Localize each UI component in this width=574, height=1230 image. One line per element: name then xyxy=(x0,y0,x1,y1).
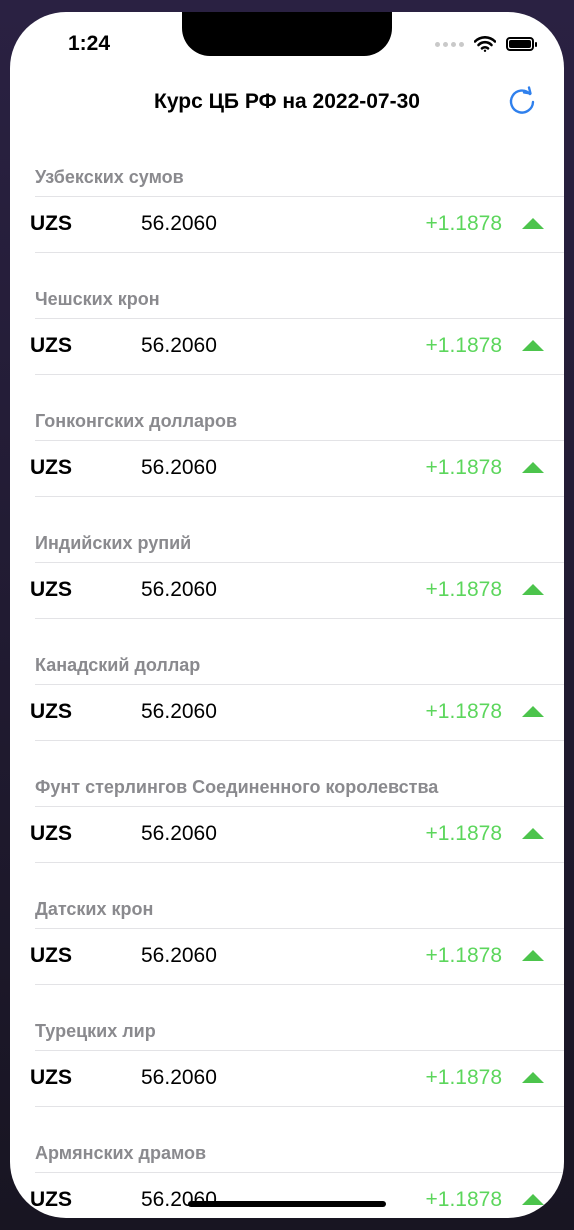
currency-section: Фунт стерлингов Соединенного королевства… xyxy=(10,752,564,874)
rate-change: +1.1878 xyxy=(425,334,503,357)
rate-change: +1.1878 xyxy=(425,456,503,479)
trend-up-icon xyxy=(522,584,544,595)
currency-row[interactable]: UZS 56.2060 +1.1878 xyxy=(10,806,564,863)
currency-rate: 56.2060 xyxy=(141,700,217,723)
currency-rate: 56.2060 xyxy=(141,944,217,967)
row-separator xyxy=(35,618,564,619)
row-separator xyxy=(35,252,564,253)
app-screen: 1:24 Курс ЦБ РФ на 2022-07-30 Узбекских … xyxy=(10,12,564,1218)
currency-code: UZS xyxy=(30,944,72,967)
currency-code: UZS xyxy=(30,822,72,845)
currency-row[interactable]: UZS 56.2060 +1.1878 xyxy=(10,1172,564,1218)
trend-up-icon xyxy=(522,218,544,229)
device-frame: 1:24 Курс ЦБ РФ на 2022-07-30 Узбекских … xyxy=(0,0,574,1230)
row-separator xyxy=(35,440,564,441)
row-separator xyxy=(35,374,564,375)
row-separator xyxy=(35,928,564,929)
currency-row[interactable]: UZS 56.2060 +1.1878 xyxy=(10,318,564,375)
currency-code: UZS xyxy=(30,212,72,235)
row-separator xyxy=(35,862,564,863)
currency-code: UZS xyxy=(30,456,72,479)
section-header: Датских крон xyxy=(35,899,154,919)
trend-up-icon xyxy=(522,828,544,839)
row-separator xyxy=(35,562,564,563)
section-header: Чешских крон xyxy=(35,289,160,309)
trend-up-icon xyxy=(522,1072,544,1083)
currency-section: Индийских рупий UZS 56.2060 +1.1878 xyxy=(10,508,564,630)
currency-row[interactable]: UZS 56.2060 +1.1878 xyxy=(10,928,564,985)
section-header: Узбекских сумов xyxy=(35,167,184,187)
currency-code: UZS xyxy=(30,1066,72,1089)
currency-row[interactable]: UZS 56.2060 +1.1878 xyxy=(10,440,564,497)
row-separator xyxy=(35,1172,564,1173)
device-notch xyxy=(182,12,392,56)
currency-rate: 56.2060 xyxy=(141,822,217,845)
currency-code: UZS xyxy=(30,578,72,601)
trend-up-icon xyxy=(522,950,544,961)
status-time: 1:24 xyxy=(68,32,111,55)
currency-section: Канадский доллар UZS 56.2060 +1.1878 xyxy=(10,630,564,752)
trend-up-icon xyxy=(522,462,544,473)
rate-change: +1.1878 xyxy=(425,578,503,601)
battery-icon xyxy=(506,37,537,51)
currency-code: UZS xyxy=(30,334,72,357)
page-title: Курс ЦБ РФ на 2022-07-30 xyxy=(154,90,420,113)
rate-change: +1.1878 xyxy=(425,944,503,967)
currency-rate: 56.2060 xyxy=(141,1066,217,1089)
row-separator xyxy=(35,740,564,741)
rate-change: +1.1878 xyxy=(425,700,503,723)
section-header: Турецких лир xyxy=(35,1021,156,1041)
currency-section: Гонконгских долларов UZS 56.2060 +1.1878 xyxy=(10,386,564,508)
section-header: Канадский доллар xyxy=(35,655,201,675)
currency-code: UZS xyxy=(30,1188,72,1211)
rate-change: +1.1878 xyxy=(425,1188,503,1211)
currency-list: Узбекских сумов UZS 56.2060 +1.1878 Чешс… xyxy=(10,142,564,1218)
currency-section: Чешских крон UZS 56.2060 +1.1878 xyxy=(10,264,564,386)
currency-row[interactable]: UZS 56.2060 +1.1878 xyxy=(10,196,564,253)
currency-row[interactable]: UZS 56.2060 +1.1878 xyxy=(10,562,564,619)
rate-change: +1.1878 xyxy=(425,822,503,845)
section-header: Армянских драмов xyxy=(35,1143,207,1163)
currency-rate: 56.2060 xyxy=(141,578,217,601)
row-separator xyxy=(35,684,564,685)
refresh-icon[interactable] xyxy=(504,84,540,120)
currency-section: Датских крон UZS 56.2060 +1.1878 xyxy=(10,874,564,996)
row-separator xyxy=(35,1106,564,1107)
currency-rate: 56.2060 xyxy=(141,456,217,479)
row-separator xyxy=(35,1050,564,1051)
section-header: Индийских рупий xyxy=(35,533,192,553)
currency-rate: 56.2060 xyxy=(141,1188,217,1211)
currency-row[interactable]: UZS 56.2060 +1.1878 xyxy=(10,684,564,741)
trend-up-icon xyxy=(522,1194,544,1205)
row-separator xyxy=(35,318,564,319)
currency-rate: 56.2060 xyxy=(141,212,217,235)
home-indicator[interactable] xyxy=(188,1201,386,1207)
row-separator xyxy=(35,496,564,497)
trend-up-icon xyxy=(522,340,544,351)
row-separator xyxy=(35,984,564,985)
status-indicators xyxy=(435,36,537,52)
wifi-icon xyxy=(474,36,496,52)
rate-change: +1.1878 xyxy=(425,1066,503,1089)
currency-rate: 56.2060 xyxy=(141,334,217,357)
currency-row[interactable]: UZS 56.2060 +1.1878 xyxy=(10,1050,564,1107)
currency-code: UZS xyxy=(30,700,72,723)
cellular-signal-icon xyxy=(435,41,464,47)
currency-section: Турецких лир UZS 56.2060 +1.1878 xyxy=(10,996,564,1118)
currency-section: Узбекских сумов UZS 56.2060 +1.1878 xyxy=(10,142,564,264)
row-separator xyxy=(35,196,564,197)
row-separator xyxy=(35,806,564,807)
trend-up-icon xyxy=(522,706,544,717)
rate-change: +1.1878 xyxy=(425,212,503,235)
section-header: Гонконгских долларов xyxy=(35,411,238,431)
section-header: Фунт стерлингов Соединенного королевства xyxy=(35,777,439,797)
